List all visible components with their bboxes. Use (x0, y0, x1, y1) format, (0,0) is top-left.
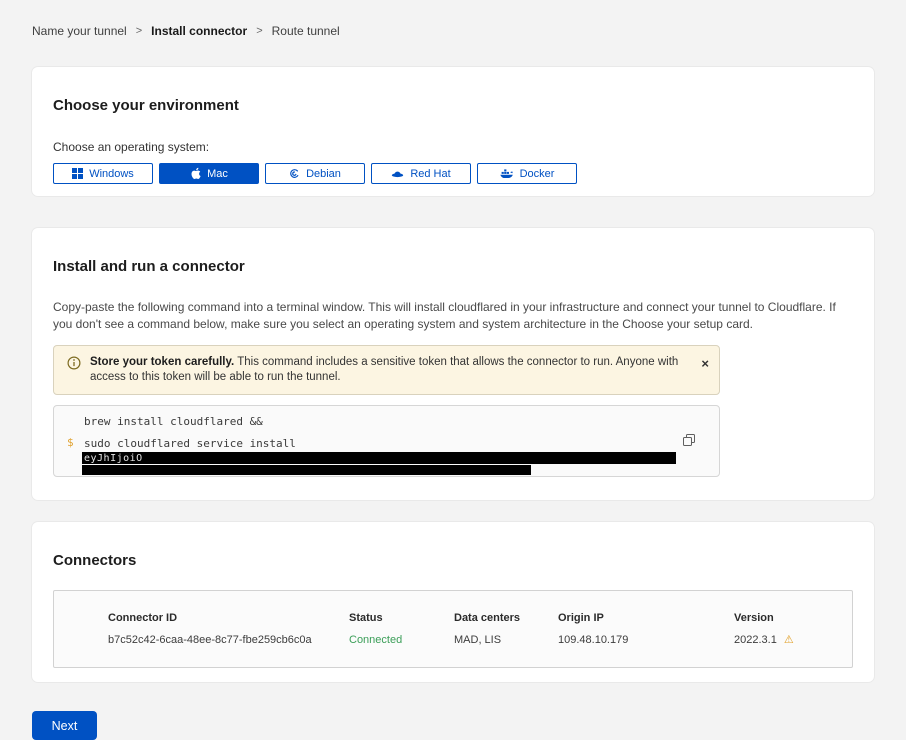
debian-icon (289, 168, 300, 179)
connectors-card: Connectors Connector ID Status Data cent… (32, 522, 874, 682)
cell-version: 2022.3.1 ⚠ (734, 633, 842, 646)
table-header-row: Connector ID Status Data centers Origin … (108, 612, 842, 624)
version-warning-icon: ⚠ (784, 634, 794, 646)
os-button-label: Windows (89, 168, 134, 180)
breadcrumb: Name your tunnel > Install connector > R… (32, 0, 874, 38)
version-value: 2022.3.1 (734, 634, 777, 646)
header-version: Version (734, 612, 842, 624)
terminal-prompt: $ (67, 436, 74, 449)
environment-card: Choose your environment Choose an operat… (32, 67, 874, 196)
cell-connector-id: b7c52c42-6caa-48ee-8c77-fbe259cb6c0a (108, 634, 349, 646)
next-button[interactable]: Next (32, 711, 97, 740)
os-button-label: Mac (207, 168, 228, 180)
cell-origin-ip: 109.48.10.179 (558, 634, 734, 646)
install-connector-card: Install and run a connector Copy-paste t… (32, 228, 874, 500)
header-data-centers: Data centers (454, 612, 558, 624)
breadcrumb-item-route-tunnel[interactable]: Route tunnel (272, 24, 340, 38)
close-icon: × (701, 356, 709, 371)
table-row: b7c52c42-6caa-48ee-8c77-fbe259cb6c0a Con… (108, 633, 842, 646)
apple-icon (190, 167, 201, 180)
page: Name your tunnel > Install connector > R… (0, 0, 906, 740)
close-banner-button[interactable]: × (701, 357, 709, 370)
install-connector-description: Copy-paste the following command into a … (53, 299, 849, 333)
os-button-label: Debian (306, 168, 341, 180)
os-button-redhat[interactable]: Red Hat (371, 163, 471, 184)
cell-data-centers: MAD, LIS (454, 634, 558, 646)
info-icon (67, 356, 81, 385)
os-button-windows[interactable]: Windows (53, 163, 153, 184)
header-origin-ip: Origin IP (558, 612, 734, 624)
os-button-label: Docker (520, 168, 555, 180)
token-warning-banner: Store your token carefully. This command… (53, 345, 720, 395)
connectors-table: Connector ID Status Data centers Origin … (53, 590, 853, 668)
breadcrumb-separator: > (136, 25, 142, 37)
os-button-row: Windows Mac Debian Red Hat (53, 163, 853, 184)
redhat-icon (391, 169, 404, 179)
redacted-token: eyJhIjoiO (82, 452, 676, 464)
install-command-block: $ brew install cloudflared && sudo cloud… (53, 405, 720, 477)
redacted-token-continued (82, 465, 531, 475)
os-button-debian[interactable]: Debian (265, 163, 365, 184)
os-chooser-label: Choose an operating system: (53, 140, 853, 154)
docker-icon (500, 168, 514, 179)
token-warning-text: Store your token carefully. This command… (90, 355, 685, 385)
install-connector-title: Install and run a connector (53, 258, 853, 275)
header-connector-id: Connector ID (108, 612, 349, 624)
command-line-1: brew install cloudflared && (84, 415, 719, 429)
token-prefix: eyJhIjoiO (82, 453, 143, 464)
connectors-title: Connectors (53, 552, 853, 569)
status-badge: Connected (349, 634, 454, 646)
environment-card-title: Choose your environment (53, 97, 853, 114)
copy-icon (683, 434, 695, 449)
windows-icon (72, 168, 83, 179)
breadcrumb-separator: > (256, 25, 262, 37)
token-warning-bold: Store your token carefully. (90, 356, 234, 368)
breadcrumb-item-name-your-tunnel[interactable]: Name your tunnel (32, 24, 127, 38)
os-button-mac[interactable]: Mac (159, 163, 259, 184)
os-button-docker[interactable]: Docker (477, 163, 577, 184)
os-button-label: Red Hat (410, 168, 450, 180)
command-line-2: sudo cloudflared service install (84, 437, 719, 451)
breadcrumb-item-install-connector[interactable]: Install connector (151, 24, 247, 38)
copy-command-button[interactable] (681, 432, 697, 451)
header-status: Status (349, 612, 454, 624)
